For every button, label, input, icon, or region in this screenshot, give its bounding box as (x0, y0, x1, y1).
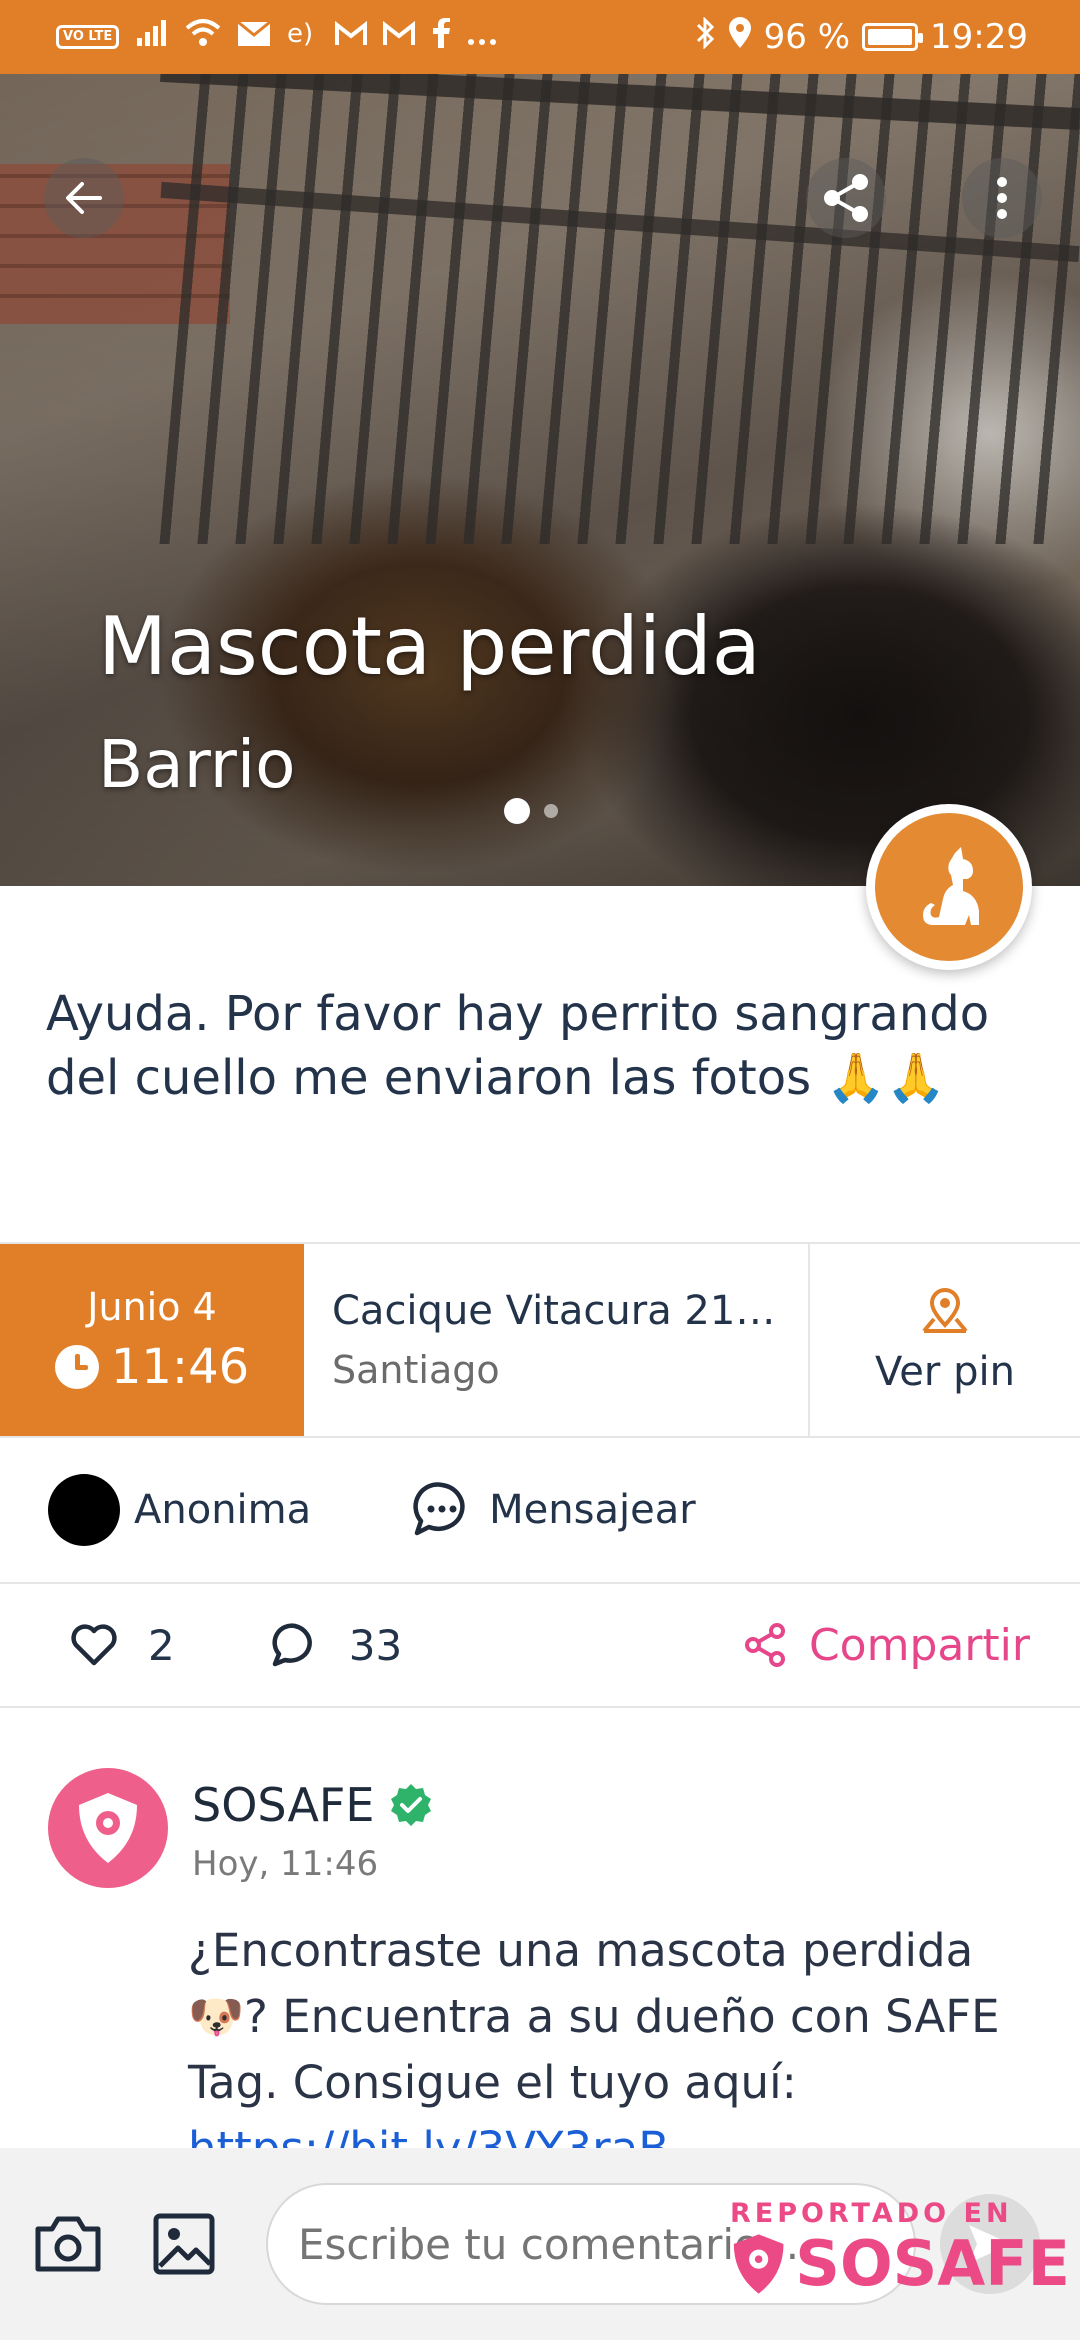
volte-badge: VO LTE (56, 25, 120, 49)
arrow-left-icon (66, 182, 102, 214)
send-icon (969, 2225, 1011, 2263)
back-button[interactable] (44, 158, 124, 238)
comment-count: 33 (348, 1620, 403, 1670)
like-count: 2 (148, 1620, 175, 1670)
comment-item: SOSAFE Hoy, 11:46 ¿Encontraste una masco… (0, 1708, 1080, 2148)
map-pin-icon (922, 1288, 968, 1333)
share-icon (744, 1623, 785, 1667)
share-button[interactable] (806, 158, 886, 238)
carousel-dot-active[interactable] (504, 798, 530, 824)
post-description: Ayuda. Por favor hay perrito sangrando d… (46, 982, 1046, 1110)
comment-avatar[interactable] (48, 1768, 168, 1888)
post-stats-row: 2 33 Compartir (0, 1584, 1080, 1708)
status-left-icons: VO LTE e) (56, 18, 497, 56)
photo-fence (159, 74, 1080, 544)
bluetooth-icon (694, 16, 716, 57)
comment-time: Hoy, 11:46 (192, 1844, 379, 1884)
post-audience-label: Barrio (98, 726, 296, 803)
mail-icon (237, 20, 272, 55)
comment-link[interactable]: https://bit.ly/3VY3raB (188, 2122, 669, 2148)
camera-button[interactable] (28, 2204, 108, 2284)
post-time: 11:46 (110, 1339, 250, 1395)
like-button[interactable]: 2 (70, 1621, 175, 1670)
comment-text: ¿Encontraste una mascota perdida 🐶? Encu… (188, 1918, 1048, 2148)
share-label: Compartir (808, 1619, 1030, 1671)
pray-emoji: 🙏🙏 (826, 1050, 946, 1106)
comment-author-row: SOSAFE (192, 1778, 434, 1832)
share-icon (824, 174, 868, 222)
clock-icon (54, 1345, 99, 1389)
author-avatar[interactable] (48, 1474, 120, 1546)
location-icon (728, 17, 752, 57)
post-city: Santiago (332, 1348, 500, 1392)
gmail-icon (335, 20, 368, 55)
battery-percent: 96 % (763, 17, 851, 57)
post-info-row: Junio 4 11:46 Cacique Vitacura 21… Santi… (0, 1242, 1080, 1438)
status-right-icons: 96 % 19:29 (694, 16, 1028, 57)
dog-face-emoji: 🐶 (188, 1990, 245, 2043)
facebook-icon (431, 18, 451, 56)
gmail-icon (383, 20, 416, 55)
author-name[interactable]: Anonima (134, 1487, 311, 1533)
wifi-icon (185, 18, 221, 56)
e-icon: e) (287, 19, 319, 55)
comment-author[interactable]: SOSAFE (192, 1778, 374, 1832)
send-button[interactable] (940, 2194, 1040, 2294)
post-date-box: Junio 4 11:46 (0, 1244, 304, 1436)
post-time-row: 11:46 (54, 1339, 250, 1395)
address-box[interactable]: Cacique Vitacura 21… Santiago (304, 1244, 810, 1436)
heart-icon (71, 1624, 117, 1666)
clock: 19:29 (930, 17, 1028, 57)
sosafe-shield-icon (79, 1793, 137, 1863)
post-category-title: Mascota perdida (98, 600, 761, 693)
more-vertical-icon (997, 177, 1007, 219)
battery-icon (862, 23, 924, 51)
view-pin-button[interactable]: Ver pin (810, 1244, 1080, 1436)
post-address: Cacique Vitacura 21… (332, 1288, 776, 1334)
comment-text-part: ? Encuentra a su dueño con SAFE Tag. Con… (188, 1990, 1000, 2109)
status-bar: VO LTE e) 96 % 19:29 (0, 0, 1080, 74)
more-options-button[interactable] (962, 158, 1042, 238)
signal-icon (135, 18, 169, 56)
svg-text:e): e) (287, 19, 313, 47)
post-date: Junio 4 (87, 1285, 217, 1329)
chat-bubble-icon (413, 1482, 465, 1536)
more-icon (467, 20, 497, 55)
comment-input[interactable] (266, 2183, 916, 2305)
verified-badge-icon (391, 1784, 432, 1826)
share-post-button[interactable]: Compartir (743, 1620, 1030, 1671)
message-button[interactable]: Mensajear (411, 1479, 696, 1541)
view-pin-label: Ver pin (875, 1349, 1015, 1395)
comment-icon (272, 1623, 312, 1667)
author-row: Anonima Mensajear (0, 1438, 1080, 1584)
category-badge (866, 804, 1032, 970)
message-label: Mensajear (489, 1487, 696, 1533)
carousel-dot[interactable] (544, 804, 558, 818)
hero-image[interactable]: Mascota perdida Barrio (0, 74, 1080, 886)
camera-icon (35, 2216, 101, 2272)
comments-button[interactable]: 33 (271, 1621, 402, 1670)
comment-text-part: ¿Encontraste una mascota perdida (188, 1924, 974, 1977)
comment-composer (0, 2148, 1080, 2340)
dog-icon (923, 847, 979, 925)
carousel-indicator (504, 798, 558, 824)
gallery-button[interactable] (144, 2204, 224, 2284)
image-icon (153, 2213, 215, 2275)
